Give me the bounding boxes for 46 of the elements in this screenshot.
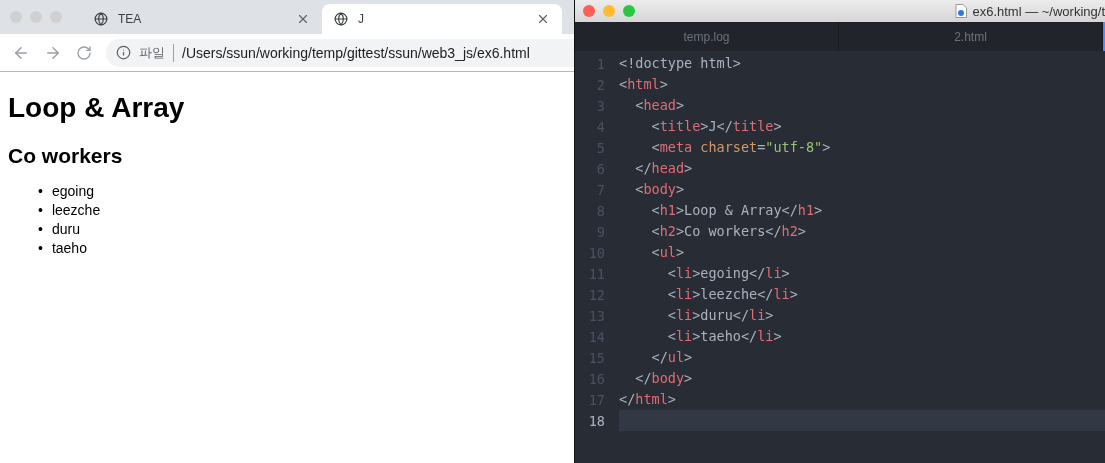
info-icon[interactable] xyxy=(116,45,131,60)
list-bullet: • xyxy=(38,201,43,220)
code-line: <li>taeho</li> xyxy=(666,327,783,346)
list-bullet: • xyxy=(38,220,43,239)
code-line: <ul> xyxy=(650,243,686,262)
code-line: </ul> xyxy=(650,348,694,367)
scheme-label: 파일 xyxy=(139,43,174,62)
close-icon[interactable] xyxy=(296,12,310,26)
window-control-icon[interactable] xyxy=(623,5,635,17)
browser-tab[interactable]: TEA xyxy=(82,4,322,34)
page-subheading: Co workers xyxy=(8,144,124,168)
globe-icon xyxy=(94,12,108,26)
code-line: <html> xyxy=(619,75,669,94)
line-number: 18 xyxy=(587,412,606,429)
url-text: /Users/ssun/working/temp/gittest/ssun/web3_js/ex6.html xyxy=(182,44,530,61)
list-item: duru xyxy=(51,220,80,239)
code-line: <body> xyxy=(634,180,686,199)
address-bar[interactable]: 파일 /Users/ssun/working/temp/gittest/ssun/web3_js/ex6.html xyxy=(106,38,574,67)
list-bullet: • xyxy=(38,239,43,258)
list-bullet: • xyxy=(38,182,43,201)
code-line: <title>J</title> xyxy=(650,117,783,136)
list-item: leezche xyxy=(51,201,101,220)
code-line: <li>leezche</li> xyxy=(666,285,799,304)
code-line: <li>duru</li> xyxy=(666,306,775,325)
code-line: <!doctype html> xyxy=(619,54,742,73)
page-heading: Loop & Array xyxy=(8,92,186,124)
code-line: <meta charset="utf-8"> xyxy=(650,138,832,157)
window-control-icon[interactable] xyxy=(603,5,615,17)
list-item: taeho xyxy=(51,239,87,258)
code-line: </html> xyxy=(619,390,677,409)
tab-title: J xyxy=(358,12,365,26)
code-line: </head> xyxy=(634,159,694,178)
window-title: ex6.html — ~/working/t xyxy=(972,3,1105,19)
close-icon[interactable] xyxy=(536,12,550,26)
browser-tab[interactable]: J xyxy=(322,4,562,34)
code-line: </body> xyxy=(634,369,694,388)
list-item: egoing xyxy=(51,182,94,201)
code-line: <h1>Loop & Array</h1> xyxy=(650,201,824,220)
tab-title: TEA xyxy=(118,12,143,26)
window-control-icon[interactable] xyxy=(583,5,595,17)
code-line: <h2>Co workers</h2> xyxy=(650,222,807,241)
file-icon xyxy=(955,4,968,18)
code-line: <head> xyxy=(634,96,686,115)
globe-icon xyxy=(334,12,348,26)
reload-icon[interactable] xyxy=(76,44,92,61)
code-line: <li>egoing</li> xyxy=(666,264,791,283)
